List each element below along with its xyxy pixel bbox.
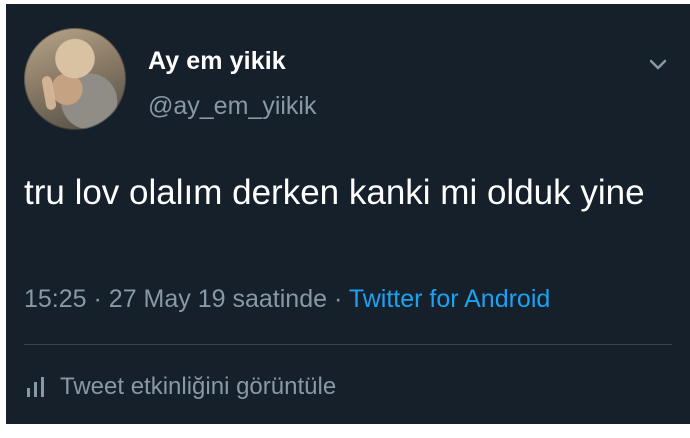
date-suffix: saatinde	[232, 285, 328, 313]
tweet-source-link[interactable]: Twitter for Android	[349, 285, 550, 313]
tweet-text: tru lov olalım derken kanki mi olduk yin…	[24, 173, 645, 212]
divider	[24, 344, 672, 345]
tweet-date[interactable]: 27 May 19	[109, 285, 226, 313]
tweet-card: Ay em yikik @ay_em_yiikik tru lov olalım…	[6, 4, 690, 424]
tweet-time[interactable]: 15:25	[24, 285, 87, 313]
activity-label: Tweet etkinliğini görüntüle	[60, 373, 337, 400]
avatar[interactable]	[24, 28, 126, 130]
display-name[interactable]: Ay em yikik	[148, 47, 286, 76]
chevron-down-icon[interactable]	[646, 52, 670, 76]
bar-chart-icon	[27, 377, 44, 397]
avatar-detail	[41, 75, 57, 111]
separator-dot: ·	[333, 285, 349, 313]
tweet-activity-link[interactable]: Tweet etkinliğini görüntüle	[24, 370, 336, 404]
tweet-meta: 15:25 · 27 May 19 saatinde · Twitter for…	[24, 285, 550, 314]
user-handle[interactable]: @ay_em_yiikik	[148, 92, 316, 121]
separator-dot: ·	[93, 285, 109, 313]
